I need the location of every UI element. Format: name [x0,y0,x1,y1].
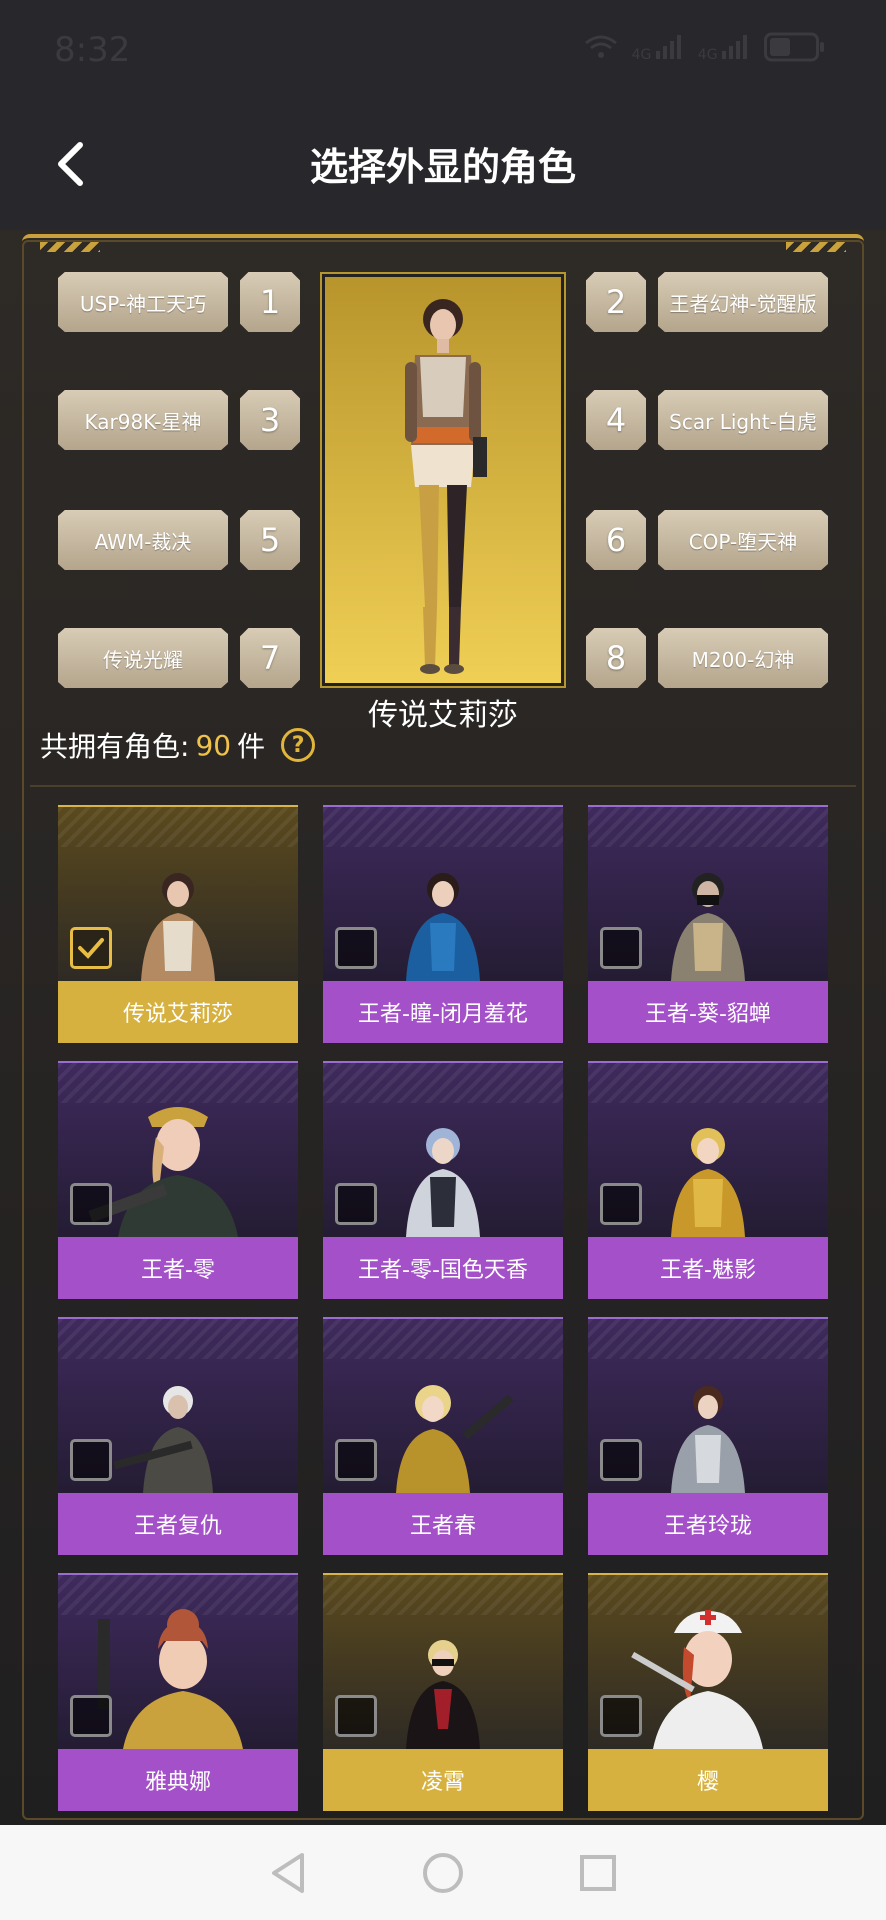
character-figure-image [396,1385,514,1493]
status-time: 8:32 [54,30,131,70]
character-name: 王者-瞳-闭月羞花 [323,981,563,1043]
select-checkbox[interactable] [600,1695,642,1737]
count-prefix: 共拥有角色: [40,730,190,763]
character-name: 王者-葵-貂蝉 [588,981,828,1043]
character-card[interactable]: 王者-零-国色天香 [323,1061,563,1299]
character-figure-image [405,299,487,674]
select-checkbox[interactable] [335,1183,377,1225]
slot-4-label[interactable]: Scar Light-白虎 [658,390,828,450]
character-card[interactable]: 王者-葵-貂蝉 [588,805,828,1043]
wifi-icon [584,34,618,64]
character-name: 王者玲珑 [588,1493,828,1555]
character-figure-image [671,873,745,981]
slot-2-label[interactable]: 王者幻神-觉醒版 [658,272,828,332]
slot-7-number[interactable]: 7 [240,628,300,688]
header: 选择外显的角色 [0,100,886,230]
character-name: 王者-魅影 [588,1237,828,1299]
slot-8-number[interactable]: 8 [586,628,646,688]
slot-1-label[interactable]: USP-神工天巧 [58,272,228,332]
character-card[interactable]: 雅典娜 [58,1573,298,1811]
character-card[interactable]: 王者-瞳-闭月羞花 [323,805,563,1043]
signal-label: 4G [631,47,652,63]
character-figure-image [113,1386,213,1493]
select-checkbox[interactable] [335,1695,377,1737]
battery-icon [764,32,826,66]
character-card[interactable]: 樱 [588,1573,828,1811]
character-card[interactable]: 传说艾莉莎 [58,805,298,1043]
selected-checkbox[interactable] [70,927,112,969]
select-checkbox[interactable] [335,1439,377,1481]
character-card[interactable]: 王者复仇 [58,1317,298,1555]
slot-7-label[interactable]: 传说光耀 [58,628,228,688]
count-suffix: 件 [237,730,266,763]
character-card[interactable]: 王者春 [323,1317,563,1555]
character-card[interactable]: 王者-零 [58,1061,298,1299]
character-name: 凌霄 [323,1749,563,1811]
character-name: 王者春 [323,1493,563,1555]
character-name: 传说艾莉莎 [58,981,298,1043]
decor-stripe-right [786,242,846,252]
character-figure-image [406,1640,480,1749]
character-figure-image [406,873,480,981]
slot-8-label[interactable]: M200-幻神 [658,628,828,688]
status-icons: 4G 4G [584,32,826,66]
character-figure-image [671,1386,745,1493]
select-checkbox[interactable] [70,1183,112,1225]
triangle-back-icon [271,1852,304,1893]
character-name: 王者复仇 [58,1493,298,1555]
character-card[interactable]: 凌霄 [323,1573,563,1811]
select-checkbox[interactable] [600,1439,642,1481]
character-card[interactable]: 王者玲珑 [588,1317,828,1555]
slot-6-label[interactable]: COP-堕天神 [658,510,828,570]
nav-back-button[interactable] [263,1848,313,1898]
character-count: 共拥有角色: 90 件 ? [40,725,316,765]
selection-panel: USP-神工天巧 1 Kar98K-星神 3 AWM-裁决 5 传说光耀 7 2… [0,230,886,1825]
nav-recents-button[interactable] [573,1848,623,1898]
system-nav-bar [0,1825,886,1920]
character-figure-image [141,873,215,981]
slot-2-number[interactable]: 2 [586,272,646,332]
character-grid: 传说艾莉莎 王者-瞳-闭月羞花 王者-葵-貂蝉 王者-零 王者-零-国色天香 王… [58,805,828,1811]
signal-icon: 4G [632,35,684,63]
divider [30,785,856,787]
select-checkbox[interactable] [600,1183,642,1225]
select-checkbox[interactable] [70,1439,112,1481]
character-name: 王者-零-国色天香 [323,1237,563,1299]
circle-home-icon [422,1852,463,1893]
character-name: 王者-零 [58,1237,298,1299]
help-icon[interactable]: ? [281,728,316,762]
page-title: 选择外显的角色 [309,145,576,189]
character-figure-image [671,1128,745,1237]
slot-3-number[interactable]: 3 [240,390,300,450]
character-card[interactable]: 王者-魅影 [588,1061,828,1299]
character-figure-image [406,1128,480,1237]
slot-5-number[interactable]: 5 [240,510,300,570]
slot-3-label[interactable]: Kar98K-星神 [58,390,228,450]
panel-frame-top [22,234,864,248]
square-recents-icon [580,1854,617,1891]
signal-label-2: 4G [697,47,718,63]
character-name: 雅典娜 [58,1749,298,1811]
status-bar: 8:32 4G 4G [0,0,886,100]
preview-portrait [320,272,566,688]
slot-6-number[interactable]: 6 [586,510,646,570]
check-icon [78,938,104,959]
signal-icon-2: 4G [698,35,750,63]
slot-4-number[interactable]: 4 [586,390,646,450]
decor-stripe-left [40,242,100,252]
select-checkbox[interactable] [335,927,377,969]
character-name: 樱 [588,1749,828,1811]
count-number: 90 [195,728,232,762]
preview-name: 传说艾莉莎 [368,698,518,733]
slot-5-label[interactable]: AWM-裁决 [58,510,228,570]
select-checkbox[interactable] [600,927,642,969]
select-checkbox[interactable] [70,1695,112,1737]
nav-home-button[interactable] [418,1848,468,1898]
slot-1-number[interactable]: 1 [240,272,300,332]
